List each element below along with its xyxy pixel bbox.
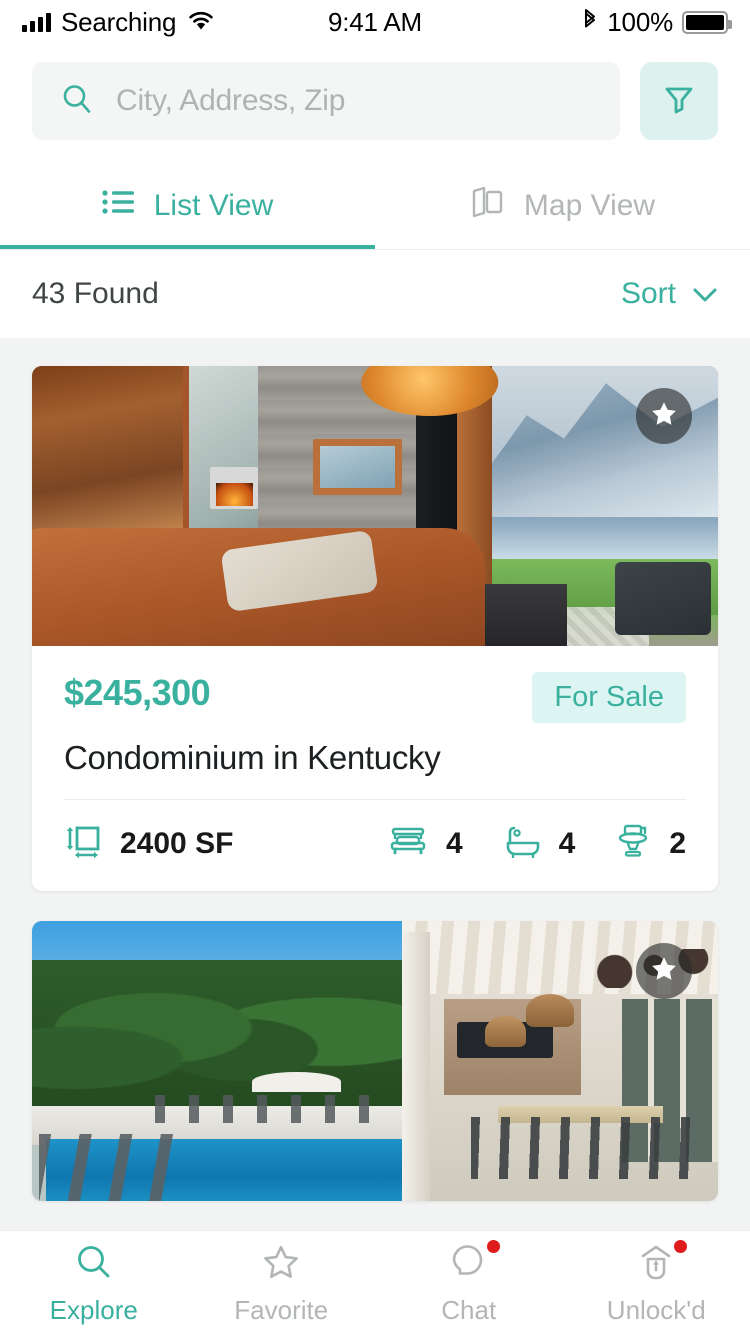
status-bar: Searching 9:41 AM 100% xyxy=(0,0,750,44)
view-tabs: List View Map View xyxy=(0,162,750,250)
bottom-navigation: Explore Favorite Chat Unlock'd xyxy=(0,1230,750,1334)
stat-toilets-value: 2 xyxy=(669,826,686,860)
sort-button[interactable]: Sort xyxy=(621,277,718,311)
tab-map-view[interactable]: Map View xyxy=(375,162,750,249)
star-filled-icon xyxy=(649,399,679,434)
listing-info: $245,300 For Sale Condominium in Kentuck… xyxy=(32,646,718,799)
tab-map-view-label: Map View xyxy=(523,188,656,222)
listing-photo[interactable] xyxy=(32,366,718,646)
stat-beds-value: 4 xyxy=(445,826,463,860)
area-icon xyxy=(64,822,102,865)
search-placeholder: City, Address, Zip xyxy=(116,84,346,117)
star-filled-icon xyxy=(649,954,679,989)
results-count-label: 43 Found xyxy=(32,277,159,310)
bluetooth-icon xyxy=(582,7,598,38)
listing-photo[interactable] xyxy=(32,921,718,1201)
nav-item-chat-label: Chat xyxy=(441,1294,497,1325)
search-icon xyxy=(73,1240,115,1286)
chat-bubble-icon xyxy=(448,1240,490,1286)
nav-item-unlockd[interactable]: Unlock'd xyxy=(563,1239,750,1326)
results-summary-row: 43 Found Sort xyxy=(0,250,750,338)
list-icon xyxy=(102,187,136,225)
tab-list-view-label: List View xyxy=(153,188,274,222)
listing-card[interactable]: $245,300 For Sale Condominium in Kentuck… xyxy=(32,366,718,891)
map-icon xyxy=(470,185,506,227)
nav-item-explore-label: Explore xyxy=(49,1294,138,1325)
stat-area: 2400 SF xyxy=(64,822,233,865)
star-outline-icon xyxy=(260,1240,302,1286)
tab-list-view[interactable]: List View xyxy=(0,162,375,249)
nav-item-chat[interactable]: Chat xyxy=(375,1239,563,1326)
stat-baths: 4 xyxy=(505,824,576,863)
nav-item-favorite-label: Favorite xyxy=(234,1294,329,1325)
unlockd-badge-dot xyxy=(674,1239,688,1253)
stat-area-value: 2400 SF xyxy=(120,826,234,860)
stat-toilets: 2 xyxy=(617,823,686,864)
listing-price: $245,300 xyxy=(64,672,211,713)
nav-item-unlockd-label: Unlock'd xyxy=(606,1294,706,1325)
chevron-down-icon xyxy=(692,277,718,311)
favorite-button[interactable] xyxy=(636,943,692,999)
listing-stats: 2400 SF 4 4 2 xyxy=(32,800,718,891)
listing-card[interactable] xyxy=(32,921,718,1201)
stat-baths-value: 4 xyxy=(558,826,576,860)
status-badge: For Sale xyxy=(532,672,686,723)
battery-icon xyxy=(682,10,732,34)
app-screen: Searching 9:41 AM 100% City, Address, Zi… xyxy=(0,0,750,1334)
stat-beds: 4 xyxy=(388,824,463,863)
search-bar-row: City, Address, Zip xyxy=(0,44,750,162)
search-icon xyxy=(60,82,94,121)
bathtub-icon xyxy=(505,824,541,863)
sort-label: Sort xyxy=(620,277,676,310)
nav-item-explore[interactable]: Explore xyxy=(0,1240,188,1326)
battery-percent-label: 100% xyxy=(607,6,673,37)
listing-list[interactable]: $245,300 For Sale Condominium in Kentuck… xyxy=(0,338,750,1229)
chat-badge-dot xyxy=(486,1239,500,1253)
favorite-button[interactable] xyxy=(636,388,692,444)
search-input[interactable]: City, Address, Zip xyxy=(32,62,620,140)
lock-house-icon xyxy=(635,1240,677,1286)
filter-funnel-icon xyxy=(659,79,699,124)
nav-item-favorite[interactable]: Favorite xyxy=(188,1240,376,1326)
status-bar-right: 100% xyxy=(582,6,732,38)
filter-button[interactable] xyxy=(640,62,718,140)
toilet-icon xyxy=(617,823,651,864)
bed-icon xyxy=(388,824,428,863)
listing-title: Condominium in Kentucky xyxy=(64,739,441,776)
